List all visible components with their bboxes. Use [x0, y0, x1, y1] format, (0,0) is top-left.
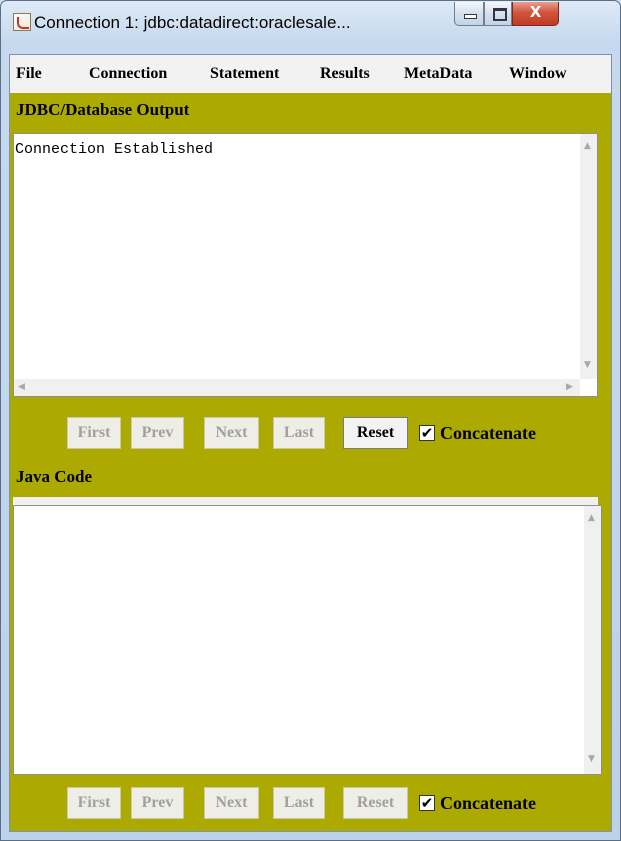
close-button[interactable]: X	[512, 2, 559, 26]
code-button-bar: First Prev Next Last Reset ✔ Concatenate	[10, 775, 611, 831]
scroll-down-icon[interactable]: ▼	[588, 754, 595, 764]
scroll-right-icon[interactable]: ▶	[566, 382, 573, 392]
output-panel-right-edge	[598, 127, 611, 397]
maximize-button[interactable]	[484, 2, 512, 26]
code-text-area[interactable]: ▲ ▼	[13, 505, 602, 775]
scroll-left-icon[interactable]: ◀	[18, 382, 25, 392]
window-title: Connection 1: jdbc:datadirect:oraclesale…	[34, 13, 351, 32]
output-reset-button[interactable]: Reset	[343, 417, 408, 449]
client-area: File Connection Statement Results MetaDa…	[9, 54, 612, 832]
scroll-up-icon[interactable]: ▲	[588, 513, 595, 523]
scroll-down-icon[interactable]: ▼	[584, 360, 591, 370]
title-bar[interactable]: Connection 1: jdbc:datadirect:oraclesale…	[1, 1, 620, 47]
maximize-icon	[493, 8, 507, 21]
output-text: Connection Established	[15, 141, 214, 158]
output-text-area[interactable]: Connection Established ▲ ▼ ◀ ▶	[13, 133, 598, 397]
output-panel-header: JDBC/Database Output	[10, 93, 611, 127]
scroll-up-icon[interactable]: ▲	[584, 141, 591, 151]
menu-window[interactable]: Window	[509, 65, 567, 83]
menu-file[interactable]: File	[16, 65, 42, 83]
menu-metadata[interactable]: MetaData	[404, 65, 472, 83]
code-first-button[interactable]: First	[67, 787, 121, 819]
minimize-icon	[464, 14, 477, 19]
output-concatenate-label[interactable]: Concatenate	[440, 423, 536, 444]
output-button-bar: First Prev Next Last Reset ✔ Concatenate…	[10, 397, 611, 497]
menu-bar: File Connection Statement Results MetaDa…	[10, 55, 611, 93]
output-first-button[interactable]: First	[67, 417, 121, 449]
code-next-button[interactable]: Next	[204, 787, 259, 819]
minimize-button[interactable]	[454, 2, 484, 26]
code-prev-button[interactable]: Prev	[131, 787, 184, 819]
close-icon: X	[529, 3, 542, 21]
code-reset-button[interactable]: Reset	[343, 787, 408, 819]
code-vertical-scrollbar[interactable]: ▲ ▼	[584, 506, 601, 774]
output-prev-button[interactable]: Prev	[131, 417, 184, 449]
code-concatenate-checkbox[interactable]: ✔	[419, 795, 435, 811]
menu-statement[interactable]: Statement	[210, 65, 279, 83]
app-window: Connection 1: jdbc:datadirect:oraclesale…	[0, 0, 621, 841]
java-cup-icon[interactable]	[13, 13, 31, 31]
output-next-button[interactable]: Next	[204, 417, 259, 449]
output-vertical-scrollbar[interactable]: ▲ ▼	[580, 134, 597, 379]
code-concatenate-label[interactable]: Concatenate	[440, 793, 536, 814]
output-horizontal-scrollbar[interactable]: ◀ ▶	[14, 379, 580, 396]
code-panel-title: Java Code	[16, 467, 93, 486]
output-concatenate-checkbox[interactable]: ✔	[419, 425, 435, 441]
menu-connection[interactable]: Connection	[89, 65, 167, 83]
code-last-button[interactable]: Last	[273, 787, 325, 819]
output-panel-title: JDBC/Database Output	[16, 100, 190, 119]
menu-results[interactable]: Results	[320, 65, 370, 83]
output-last-button[interactable]: Last	[273, 417, 325, 449]
